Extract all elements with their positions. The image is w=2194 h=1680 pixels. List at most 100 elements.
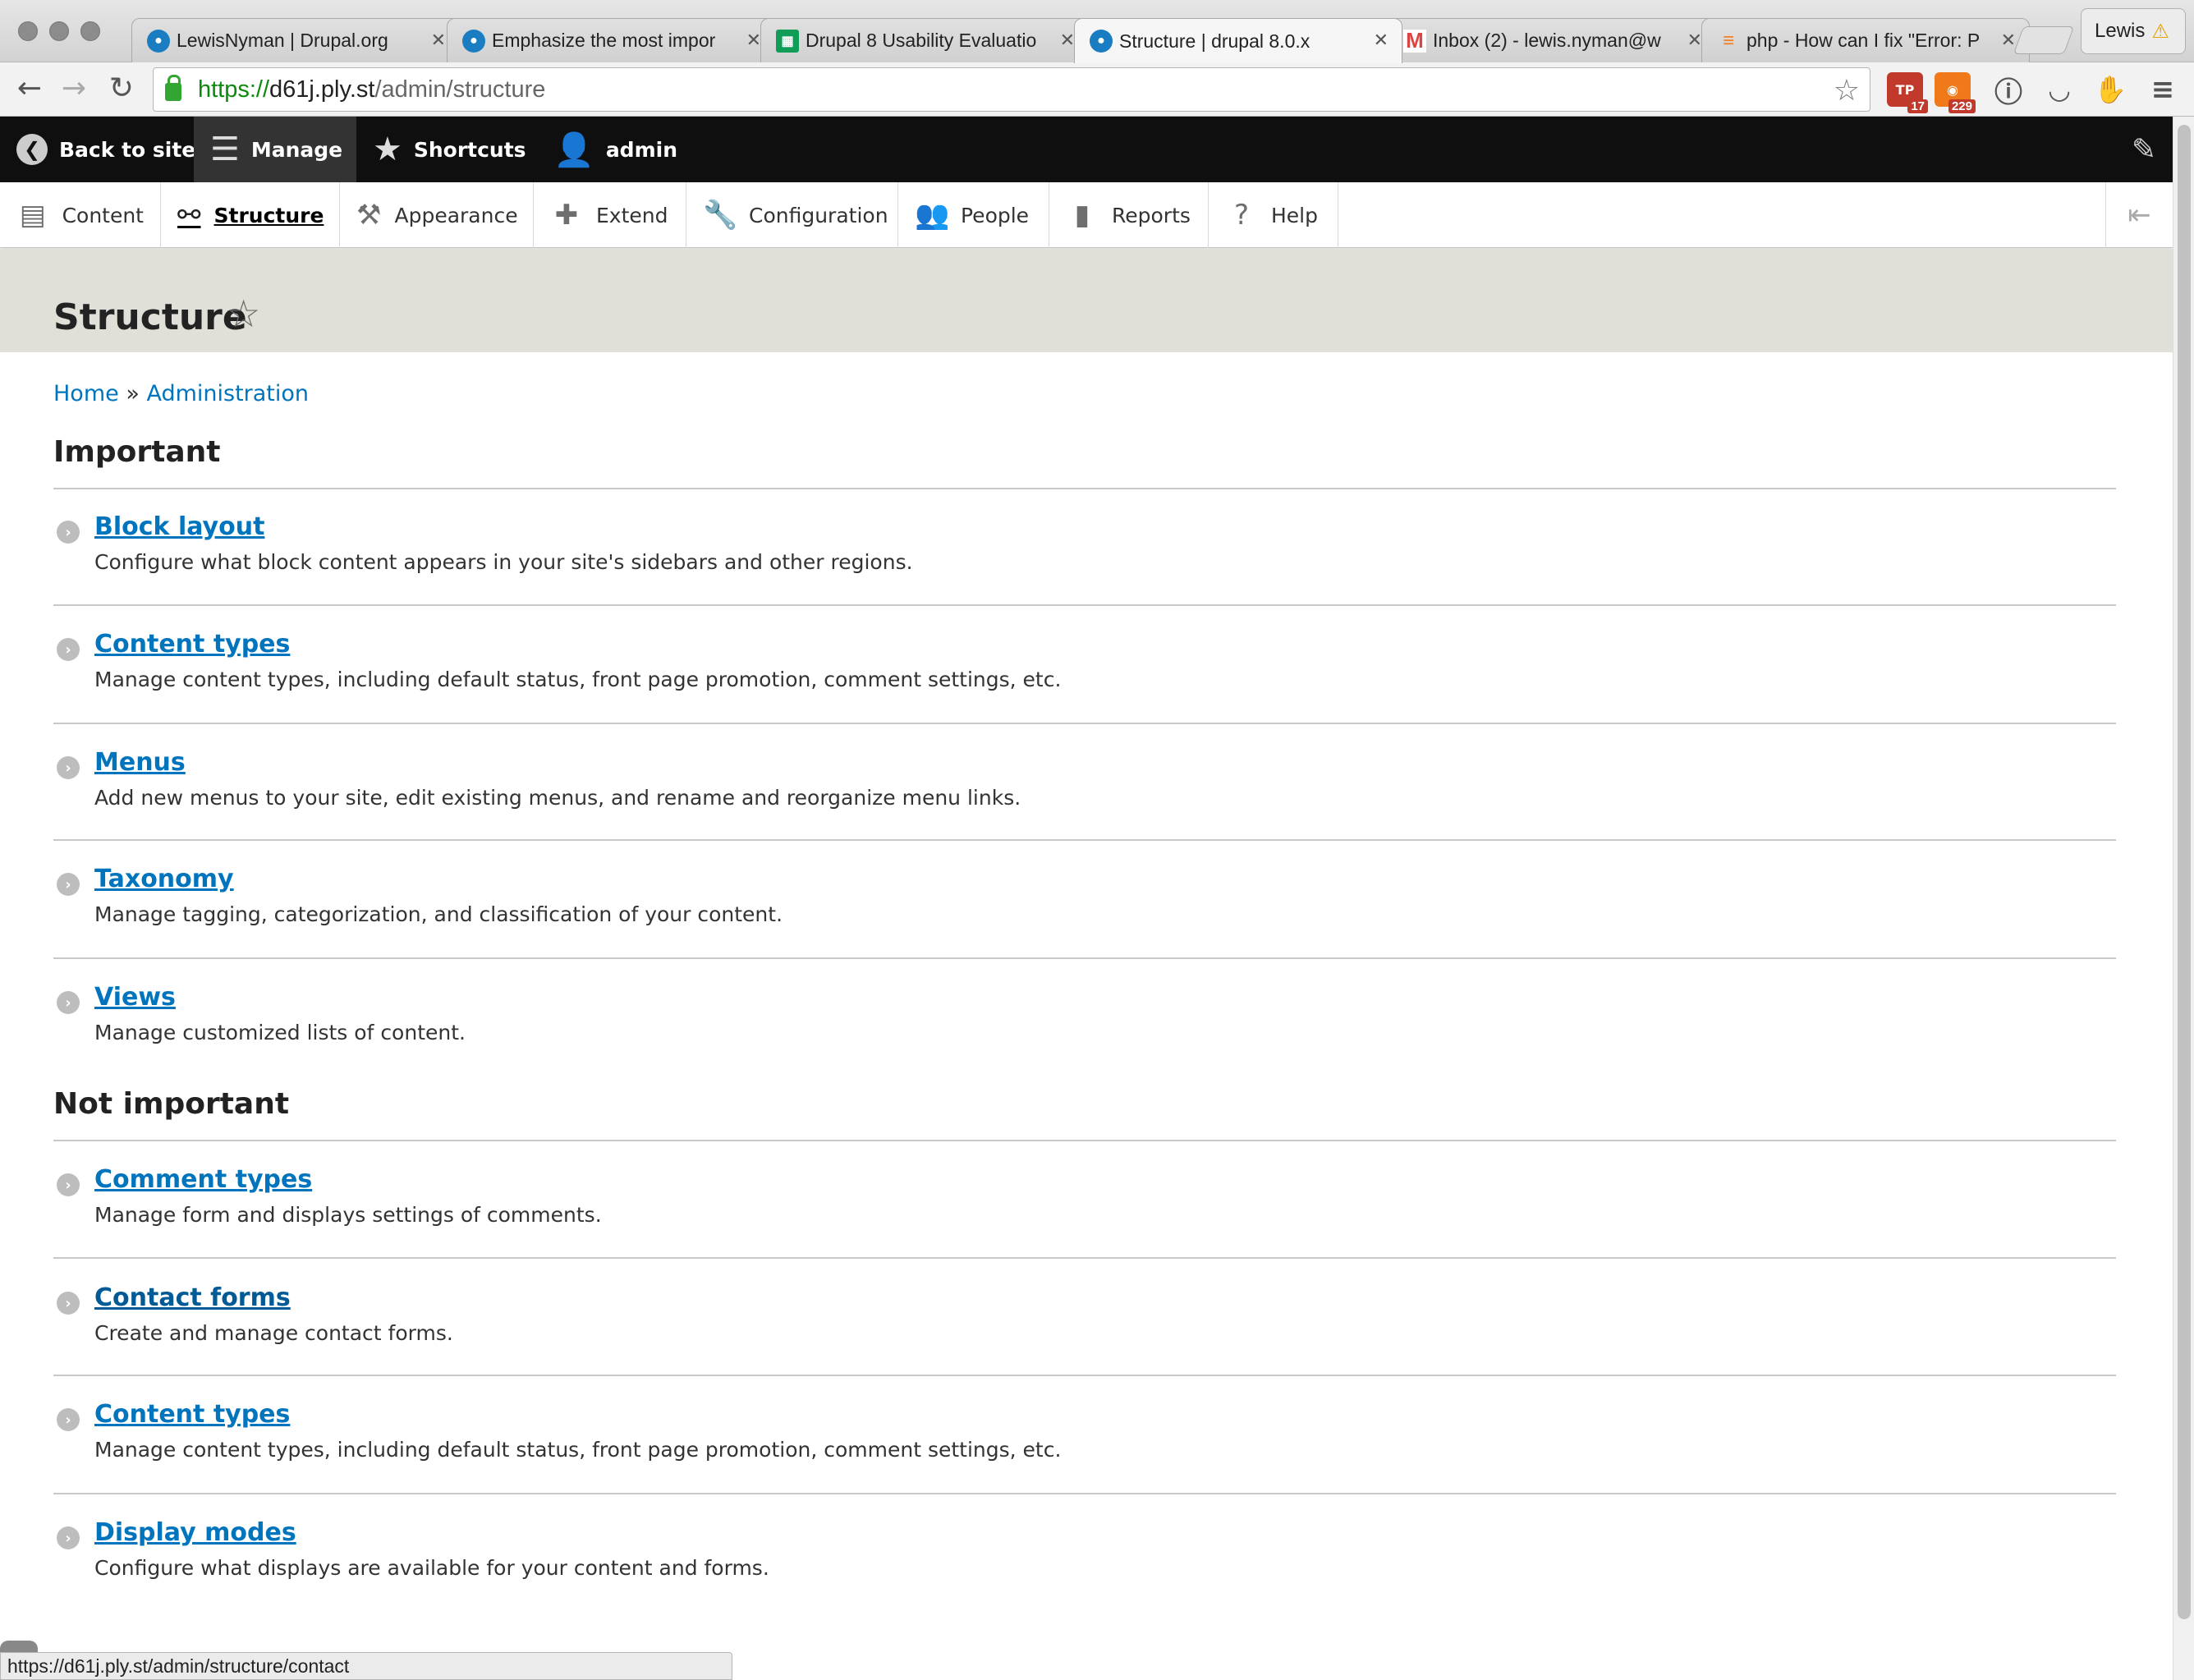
list-item: › Content types Manage content types, in… bbox=[53, 630, 2116, 704]
page-title: Structure bbox=[53, 296, 247, 338]
list-item: › Menus Add new menus to your site, edit… bbox=[53, 748, 2116, 822]
rss-extension-icon[interactable]: ◉ 229 bbox=[1935, 72, 1976, 113]
browser-tab-active[interactable]: ● Structure | drupal 8.0.x ✕ bbox=[1074, 18, 1402, 63]
browser-tab[interactable]: ● Emphasize the most impor ✕ bbox=[447, 18, 775, 62]
list-item: › Display modes Configure what displays … bbox=[53, 1518, 2116, 1592]
item-link[interactable]: Comment types bbox=[94, 1165, 312, 1194]
hand-icon[interactable]: ✋ bbox=[2092, 72, 2128, 107]
tp-extension-icon[interactable]: TP 17 bbox=[1887, 72, 1928, 113]
edit-pencil-icon[interactable]: ✎ bbox=[2115, 117, 2173, 182]
divider bbox=[53, 1257, 2116, 1259]
collapse-tray-icon[interactable]: ⇤ bbox=[2105, 182, 2173, 248]
tray-item-extend[interactable]: ✚ Extend bbox=[534, 182, 686, 248]
item-description: Manage content types, including default … bbox=[94, 1438, 1062, 1462]
manage-tab[interactable]: ☰ Manage bbox=[194, 117, 356, 182]
breadcrumb-home-link[interactable]: Home bbox=[53, 381, 119, 406]
back-arrow-icon: ❮ bbox=[16, 134, 48, 165]
window-close-button[interactable] bbox=[18, 21, 38, 41]
new-tab-button[interactable] bbox=[2013, 26, 2075, 54]
star-icon: ★ bbox=[373, 131, 402, 168]
profile-button[interactable]: Lewis ⚠ bbox=[2081, 8, 2186, 54]
page-header: Structure ☆ bbox=[0, 249, 2173, 352]
tray-item-label: Content bbox=[62, 203, 144, 227]
tray-item-label: Configuration bbox=[749, 203, 888, 227]
item-link-hovered[interactable]: Contact forms bbox=[94, 1283, 291, 1312]
extension-badge: 229 bbox=[1948, 99, 1976, 113]
page-scrollbar[interactable] bbox=[2173, 117, 2194, 1680]
close-icon[interactable]: ✕ bbox=[1374, 30, 1388, 51]
brush-icon: ⚒ bbox=[356, 199, 382, 232]
sitemap-icon: ⚯ bbox=[177, 199, 201, 232]
chrome-menu-icon[interactable]: ≡ bbox=[2145, 72, 2181, 107]
tray-item-reports[interactable]: ▮ Reports bbox=[1049, 182, 1209, 248]
divider bbox=[53, 604, 2116, 606]
browser-tab[interactable]: ▦ Drupal 8 Usability Evaluatio ✕ bbox=[760, 18, 1089, 62]
browser-tab[interactable]: ≡ php - How can I fix "Error: P ✕ bbox=[1701, 18, 2030, 62]
window-zoom-button[interactable] bbox=[80, 21, 100, 41]
1password-icon[interactable]: ⓘ bbox=[1990, 72, 2026, 109]
list-item: › Taxonomy Manage tagging, categorizatio… bbox=[53, 865, 2116, 939]
warning-icon: ⚠ bbox=[2151, 20, 2169, 43]
divider bbox=[53, 723, 2116, 724]
browser-toolbar: ← → ↻ https://d61j.ply.st/admin/structur… bbox=[0, 62, 2194, 117]
divider bbox=[53, 488, 2116, 489]
divider bbox=[53, 1493, 2116, 1494]
pocket-icon[interactable]: ◡ bbox=[2041, 72, 2077, 107]
drupal-icon: ● bbox=[462, 29, 485, 53]
breadcrumb-administration-link[interactable]: Administration bbox=[146, 381, 309, 406]
item-link[interactable]: Views bbox=[94, 983, 176, 1012]
close-icon[interactable]: ✕ bbox=[2001, 30, 2016, 51]
chevron-right-icon: › bbox=[57, 1292, 80, 1315]
close-icon[interactable]: ✕ bbox=[431, 30, 446, 51]
tray-item-people[interactable]: 👥 People bbox=[898, 182, 1049, 248]
user-tab[interactable]: 👤 admin bbox=[537, 117, 694, 182]
stackoverflow-icon: ≡ bbox=[1722, 29, 1734, 52]
item-description: Manage customized lists of content. bbox=[94, 1021, 466, 1044]
chevron-right-icon: › bbox=[57, 521, 80, 544]
item-link[interactable]: Display modes bbox=[94, 1518, 296, 1547]
window-minimize-button[interactable] bbox=[49, 21, 69, 41]
tray-item-label: Extend bbox=[596, 203, 668, 227]
item-link[interactable]: Block layout bbox=[94, 512, 264, 541]
tray-item-help[interactable]: ? Help bbox=[1209, 182, 1338, 248]
item-description: Create and manage contact forms. bbox=[94, 1321, 453, 1345]
tray-item-content[interactable]: ▤ Content bbox=[0, 182, 161, 248]
back-to-site-link[interactable]: ❮ Back to site bbox=[0, 117, 212, 182]
shortcuts-tab[interactable]: ★ Shortcuts bbox=[356, 117, 543, 182]
profile-name: Lewis bbox=[2095, 20, 2146, 42]
tray-item-configuration[interactable]: 🔧 Configuration bbox=[686, 182, 898, 248]
close-icon[interactable]: ✕ bbox=[1687, 30, 1702, 51]
menu-icon: ☰ bbox=[210, 131, 240, 168]
reload-icon[interactable]: ↻ bbox=[105, 71, 138, 107]
tray-item-appearance[interactable]: ⚒ Appearance bbox=[340, 182, 534, 248]
close-icon[interactable]: ✕ bbox=[746, 30, 761, 51]
bar-chart-icon: ▮ bbox=[1074, 199, 1090, 232]
chevron-right-icon: › bbox=[57, 756, 80, 779]
back-to-site-label: Back to site bbox=[59, 137, 196, 162]
browser-tab[interactable]: ● LewisNyman | Drupal.org ✕ bbox=[131, 18, 460, 62]
bookmark-star-icon[interactable]: ☆ bbox=[1834, 73, 1860, 108]
item-link[interactable]: Content types bbox=[94, 630, 290, 659]
forward-icon[interactable]: → bbox=[57, 71, 90, 107]
help-icon: ? bbox=[1233, 199, 1250, 232]
address-bar[interactable]: https://d61j.ply.st/admin/structure ☆ bbox=[153, 67, 1870, 112]
drupal-icon: ● bbox=[1090, 30, 1113, 53]
list-item: › Block layout Configure what block cont… bbox=[53, 512, 2116, 586]
item-link[interactable]: Taxonomy bbox=[94, 865, 234, 893]
lock-icon bbox=[165, 75, 181, 101]
scrollbar-thumb[interactable] bbox=[2178, 125, 2191, 1619]
people-icon: 👥 bbox=[915, 199, 950, 232]
tray-item-structure[interactable]: ⚯ Structure bbox=[161, 182, 340, 248]
section-title-important: Important bbox=[53, 435, 221, 469]
extension-badge: 17 bbox=[1907, 99, 1928, 113]
back-icon[interactable]: ← bbox=[13, 71, 46, 107]
shortcut-star-icon[interactable]: ☆ bbox=[227, 291, 260, 336]
browser-tab[interactable]: M Inbox (2) - lewis.nyman@w ✕ bbox=[1388, 18, 1716, 62]
chevron-right-icon: › bbox=[57, 1526, 80, 1549]
manage-label: Manage bbox=[250, 137, 343, 162]
close-icon[interactable]: ✕ bbox=[1060, 30, 1075, 51]
item-link[interactable]: Menus bbox=[94, 748, 186, 777]
divider bbox=[53, 1375, 2116, 1376]
item-description: Configure what displays are available fo… bbox=[94, 1556, 769, 1580]
item-link[interactable]: Content types bbox=[94, 1400, 290, 1429]
